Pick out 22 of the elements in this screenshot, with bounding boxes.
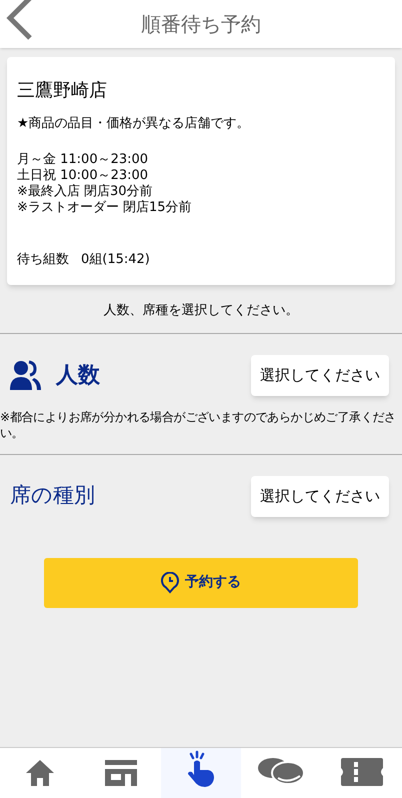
page-title: 順番待ち予約	[141, 11, 261, 38]
store-name: 三鷹野崎店	[17, 79, 108, 103]
seat-type-label: 席の種別	[10, 482, 95, 510]
people-icon	[10, 359, 42, 391]
hours-line: ※ラストオーダー 閉店15分前	[17, 200, 193, 216]
instruction-text: 人数、席種を選択してください。	[102, 302, 300, 320]
reserve-button[interactable]: 予約する	[44, 558, 358, 608]
ticket-icon	[338, 756, 385, 788]
party-size-label: 人数	[56, 362, 100, 390]
party-size-select[interactable]: 選択してください	[251, 354, 389, 396]
home-icon	[24, 758, 56, 788]
hours-line: 土日祝 10:00～23:00	[17, 168, 150, 184]
clock-pin-icon	[161, 572, 179, 594]
hours-line: 月～金 11:00～23:00	[17, 152, 150, 168]
party-size-note: ※都合によりお席が分かれる場合がございますのであらかじめご了承ください。	[0, 408, 397, 440]
storefront-icon	[102, 758, 139, 788]
hours-line: ※最終入店 閉店30分前	[17, 184, 154, 200]
store-notice: ★商品の品目・価格が異なる店舗です。	[17, 115, 251, 133]
waiting-label: 待ち組数	[17, 250, 69, 268]
waiting-count: 0組(15:42)	[81, 250, 150, 268]
seat-type-select[interactable]: 選択してください	[251, 476, 389, 516]
nav-tab[interactable]	[160, 748, 242, 798]
